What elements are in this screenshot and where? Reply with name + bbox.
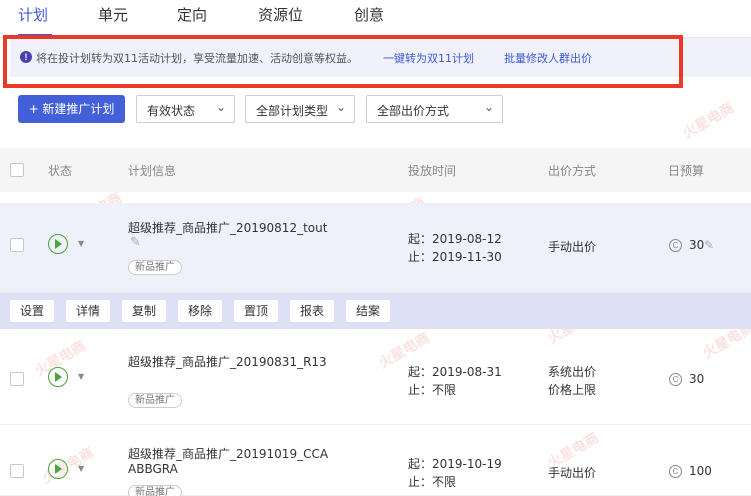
bid-method: 手动出价 — [548, 466, 597, 480]
notice-text: 将在投计划转为双11活动计划，享受流量加速、活动创意等权益。 — [36, 52, 358, 65]
plan-type-filter-select[interactable]: 全部计划类型 ⌄ — [245, 95, 355, 123]
chevron-down-icon: ⌄ — [215, 100, 226, 114]
table-row: ▼ 超级推荐_商品推广_20191019_CCA ABBGRA 新品推广 起：2… — [0, 428, 751, 496]
edit-icon[interactable]: ✎ — [130, 235, 141, 250]
play-icon[interactable] — [48, 234, 68, 254]
pin-top-button[interactable]: 置顶 — [234, 300, 279, 322]
new-plan-button[interactable]: + 新建推广计划 — [18, 95, 125, 123]
bid-method-filter-select[interactable]: 全部出价方式 ⌄ — [366, 95, 503, 123]
col-bid-method: 出价方式 — [548, 164, 597, 178]
tab-plan[interactable]: 计划 — [18, 4, 48, 25]
bid-method-filter-value: 全部出价方式 — [377, 104, 450, 118]
col-plan-info: 计划信息 — [128, 164, 177, 178]
end-date: 止：不限 — [408, 475, 457, 489]
row-action-bar: 设置 详情 复制 移除 置顶 报表 结案 — [0, 293, 751, 329]
col-schedule: 投放时间 — [408, 164, 457, 178]
plan-name[interactable]: 超级推荐_商品推广_20191019_CCA — [128, 445, 328, 462]
status-filter-select[interactable]: 有效状态 ⌄ — [136, 95, 235, 123]
chevron-down-icon: ⌄ — [483, 100, 494, 114]
daily-budget[interactable]: 30 — [689, 372, 704, 386]
tab-creative[interactable]: 创意 — [354, 4, 384, 25]
caret-down-icon[interactable]: ▼ — [78, 239, 84, 248]
plan-tag: 新品推广 — [128, 260, 182, 275]
table-row: ▼ 超级推荐_商品推广_20190831_R13 新品推广 起：2019-08-… — [0, 327, 751, 425]
plan-type-filter-value: 全部计划类型 — [256, 104, 329, 118]
caret-down-icon[interactable]: ▼ — [78, 372, 84, 381]
bid-method: 系统出价 — [548, 365, 597, 379]
tab-resource-slot[interactable]: 资源位 — [258, 4, 303, 25]
active-tab-indicator — [18, 34, 52, 37]
table-header: 状态 计划信息 投放时间 出价方式 日预算 — [0, 148, 751, 192]
plan-name[interactable]: 超级推荐_商品推广_20190831_R13 — [128, 353, 327, 370]
plan-name[interactable]: 超级推荐_商品推广_20190812_tout — [128, 219, 327, 236]
play-icon[interactable] — [48, 459, 68, 479]
report-button[interactable]: 报表 — [290, 300, 335, 322]
coin-icon: C — [669, 373, 682, 386]
status-filter-value: 有效状态 — [147, 104, 196, 118]
coin-icon: C — [669, 465, 682, 478]
info-icon: ! — [20, 51, 32, 63]
bid-method: 手动出价 — [548, 240, 597, 254]
table-row: ▼ 超级推荐_商品推广_20190812_tout ✎ 新品推广 起：2019-… — [0, 203, 751, 293]
start-date: 起：2019-08-12 — [408, 232, 502, 246]
chevron-down-icon: ⌄ — [335, 100, 346, 114]
col-daily-budget: 日预算 — [668, 164, 705, 178]
tab-targeting[interactable]: 定向 — [177, 4, 207, 25]
start-date: 起：2019-08-31 — [408, 365, 502, 379]
select-all-checkbox[interactable] — [10, 163, 24, 177]
bid-cap-label: 价格上限 — [548, 383, 597, 397]
close-plan-button[interactable]: 结案 — [346, 300, 391, 322]
convert-to-double11-link[interactable]: 一键转为双11计划 — [383, 50, 474, 66]
batch-edit-crowd-bid-link[interactable]: 批量修改人群出价 — [504, 50, 592, 66]
row-checkbox[interactable] — [10, 238, 24, 252]
col-status: 状态 — [48, 164, 73, 178]
notice-banner: ! 将在投计划转为双11活动计划，享受流量加速、活动创意等权益。 一键转为双11… — [10, 38, 751, 77]
watermark: 火星电商 — [680, 99, 737, 142]
caret-down-icon[interactable]: ▼ — [78, 464, 84, 473]
daily-budget[interactable]: 30 — [689, 238, 704, 252]
plan-tag: 新品推广 — [128, 393, 182, 408]
plan-name-continued: ABBGRA — [128, 462, 178, 476]
details-button[interactable]: 详情 — [66, 300, 111, 322]
end-date: 止：不限 — [408, 383, 457, 397]
settings-button[interactable]: 设置 — [10, 300, 55, 322]
row-checkbox[interactable] — [10, 464, 24, 478]
start-date: 起：2019-10-19 — [408, 457, 502, 471]
remove-button[interactable]: 移除 — [178, 300, 223, 322]
play-icon[interactable] — [48, 367, 68, 387]
tab-bar: 计划 单元 定向 资源位 创意 — [0, 0, 751, 38]
daily-budget[interactable]: 100 — [689, 464, 712, 478]
coin-icon: C — [669, 239, 682, 252]
copy-button[interactable]: 复制 — [122, 300, 167, 322]
tab-unit[interactable]: 单元 — [98, 4, 128, 25]
edit-icon[interactable]: ✎ — [704, 238, 714, 252]
plan-tag: 新品推广 — [128, 485, 182, 496]
end-date: 止：2019-11-30 — [408, 250, 502, 264]
row-checkbox[interactable] — [10, 372, 24, 386]
